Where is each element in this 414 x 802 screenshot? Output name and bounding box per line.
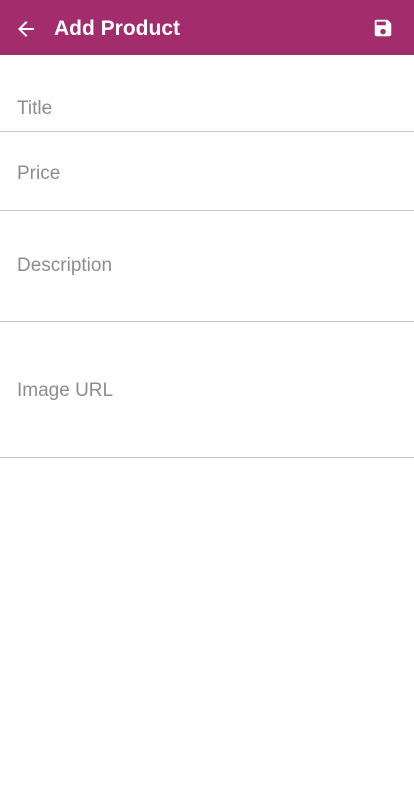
page-title: Add Product — [54, 17, 180, 40]
app-bar: Add Product — [0, 0, 414, 55]
save-icon — [374, 19, 392, 37]
image-url-input[interactable] — [0, 322, 414, 457]
price-field[interactable]: Price — [0, 132, 414, 211]
save-button[interactable] — [372, 17, 394, 39]
image-url-field[interactable]: Image URL — [0, 322, 414, 458]
description-field[interactable]: Description — [0, 211, 414, 322]
back-button[interactable] — [14, 17, 38, 41]
title-field[interactable]: Title — [0, 55, 414, 132]
price-input[interactable] — [0, 132, 414, 210]
description-input[interactable] — [0, 211, 414, 321]
title-input[interactable] — [0, 55, 414, 131]
arrow-left-icon — [18, 21, 34, 37]
